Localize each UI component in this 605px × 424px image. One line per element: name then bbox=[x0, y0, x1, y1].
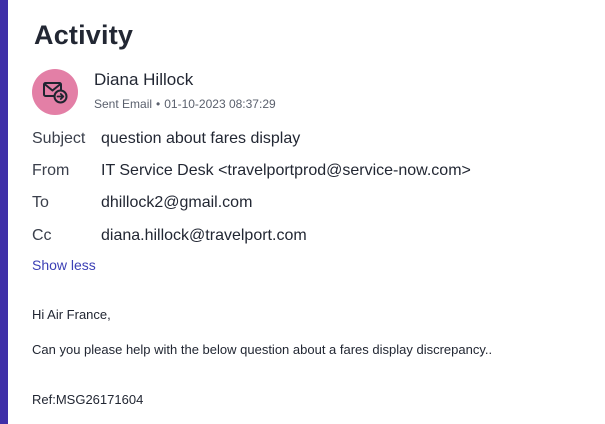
email-message: Can you please help with the below quest… bbox=[32, 342, 493, 357]
show-less-link[interactable]: Show less bbox=[32, 257, 96, 273]
avatar bbox=[32, 69, 78, 115]
sent-email-icon bbox=[43, 82, 68, 104]
to-value: dhillock2@gmail.com bbox=[101, 194, 253, 211]
page-title: Activity bbox=[34, 20, 134, 50]
subject-value: question about fares display bbox=[101, 130, 301, 147]
email-greeting: Hi Air France, bbox=[32, 307, 111, 322]
separator-dot: • bbox=[156, 97, 161, 111]
subject-label: Subject bbox=[32, 130, 86, 147]
cc-value: diana.hillock@travelport.com bbox=[101, 227, 307, 244]
from-value: IT Service Desk <travelportprod@service-… bbox=[101, 162, 471, 179]
email-status: Sent Email bbox=[94, 97, 153, 111]
accent-bar bbox=[0, 0, 8, 424]
to-label: To bbox=[32, 194, 49, 211]
sender-name: Diana Hillock bbox=[94, 70, 194, 89]
email-timestamp: 01-10-2023 08:37:29 bbox=[164, 97, 276, 111]
email-reference: Ref:MSG26171604 bbox=[32, 392, 144, 407]
from-label: From bbox=[32, 162, 70, 179]
cc-label: Cc bbox=[32, 227, 52, 244]
email-meta: Sent Email • 01-10-2023 08:37:29 bbox=[94, 97, 276, 111]
